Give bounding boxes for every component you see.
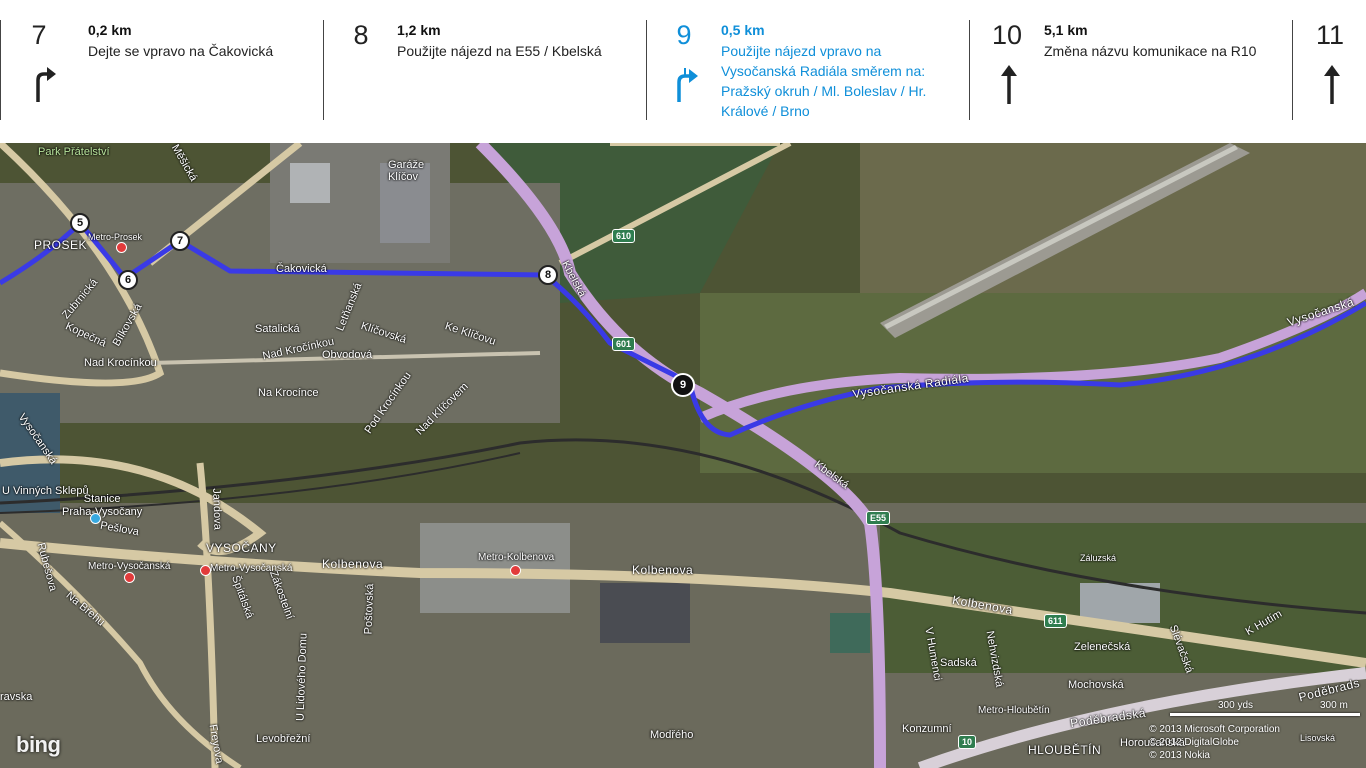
step-instruction: Použijte nájezd na E55 / Kbelská: [397, 43, 602, 59]
step-distance: 1,2 km: [397, 22, 441, 38]
road-shield: 601: [612, 337, 636, 351]
waypoint-7[interactable]: 7: [170, 231, 190, 251]
map-label: Nad Krocínkou: [84, 357, 157, 369]
metro-icon: [124, 572, 135, 583]
strip-left-edge: [0, 20, 1, 120]
step-divider: [646, 20, 647, 120]
direction-step-8[interactable]: 8 1,2 km Použijte nájezd na E55 / Kbelsk…: [336, 18, 636, 120]
copyright-line: © 2012 DigitalGlobe: [1149, 737, 1239, 748]
map-label: Konzumní: [902, 723, 952, 735]
straight-icon: [1324, 65, 1340, 104]
turn-right-icon: [36, 67, 56, 102]
map-label: Záluzská: [1080, 553, 1117, 563]
map-label: Zelenečská: [1074, 641, 1131, 653]
road-shield: E55: [866, 511, 891, 525]
map-label: Garáže Klíčov: [388, 159, 425, 183]
step-divider: [323, 20, 324, 120]
map-label: Metro-Vysočanská: [210, 563, 293, 574]
map-label: Obvodová: [322, 349, 373, 361]
step-number: 9: [676, 20, 692, 50]
step-distance: 5,1 km: [1044, 22, 1088, 38]
waypoint-6[interactable]: 6: [118, 270, 138, 290]
step-number: 8: [353, 20, 369, 50]
direction-step-10[interactable]: 10 5,1 km Změna názvu komunikace na R10: [982, 18, 1282, 120]
road-shield: 611: [1044, 614, 1067, 628]
scale-bar: [1170, 713, 1360, 716]
step-number: 7: [31, 20, 47, 50]
map-label: Park Přátelství: [38, 146, 110, 158]
scale-metric: 300 m: [1320, 700, 1348, 711]
waypoint-5[interactable]: 5: [70, 213, 90, 233]
metro-icon: [116, 242, 127, 253]
map-label: Kolbenova: [322, 557, 384, 571]
straight-icon: [1001, 65, 1017, 104]
copyright-line: © 2013 Nokia: [1149, 750, 1210, 761]
map-label: PROSEK: [34, 238, 88, 252]
map-label: Na Krocínce: [258, 387, 319, 399]
aerial-map[interactable]: Park Přátelství Garáže Klíčov Měšická PR…: [0, 143, 1366, 768]
train-station-icon: [90, 513, 101, 524]
road-shield: 10: [958, 735, 977, 749]
step-number: 11: [1315, 20, 1345, 50]
map-label: Stanice Praha-Vysočany: [62, 493, 143, 518]
map-label: Levobřežní: [256, 733, 311, 745]
direction-step-9[interactable]: 9 0,5 km Použijte nájezd vpravo na Vysoč…: [659, 18, 959, 120]
map-label: Satalická: [255, 323, 300, 335]
map-label: Mochovská: [1068, 679, 1124, 691]
map-label: VYSOČANY: [206, 541, 277, 555]
map-label: Kolbenova: [632, 563, 694, 577]
directions-strip: 7 0,2 km Dejte se vpravo na Čakovická 8 …: [0, 0, 1366, 143]
map-label: Poštovská: [362, 583, 377, 635]
direction-step-11[interactable]: 11: [1305, 18, 1366, 120]
map-label: Modřého: [650, 729, 694, 741]
map-scale: 300 yds 300 m: [1170, 700, 1360, 720]
map-label: Metro-Vysočanská: [88, 561, 171, 572]
step-divider: [969, 20, 970, 120]
copyright-line: © 2013 Microsoft Corporation: [1149, 724, 1280, 735]
scale-imperial: 300 yds: [1218, 700, 1254, 711]
map-label: HLOUBĚTÍN: [1028, 743, 1102, 757]
step-instruction: Dejte se vpravo na Čakovická: [88, 43, 274, 59]
step-distance: 0,5 km: [721, 22, 765, 38]
map-imagery: [0, 143, 1366, 768]
metro-icon: [510, 565, 521, 576]
waypoint-9[interactable]: 9: [671, 373, 695, 397]
map-label: ravska: [0, 691, 33, 703]
map-label: Čakovická: [276, 263, 327, 275]
direction-step-7[interactable]: 7 0,2 km Dejte se vpravo na Čakovická: [14, 18, 314, 120]
map-label: Metro-Prosek: [88, 232, 143, 242]
map-label: Sadská: [940, 657, 977, 669]
metro-icon: [200, 565, 211, 576]
step-distance: 0,2 km: [88, 22, 132, 38]
road-shield: 610: [612, 229, 636, 243]
step-divider: [1292, 20, 1293, 120]
step-instruction: Použijte nájezd vpravo na Vysočanská Rad…: [721, 43, 927, 119]
bing-logo: bing: [16, 732, 61, 757]
ramp-right-icon: [677, 68, 698, 102]
map-label: Jandova: [210, 488, 224, 530]
step-instruction: Změna názvu komunikace na R10: [1044, 43, 1257, 59]
map-label: Lisovská: [1300, 733, 1336, 743]
step-number: 10: [991, 20, 1023, 50]
map-label: Metro-Hloubětín: [978, 705, 1050, 716]
copyright-text: © 2013 Microsoft Corporation © 2012 Digi…: [1149, 723, 1280, 762]
map-label: Metro-Kolbenova: [478, 552, 555, 563]
waypoint-8[interactable]: 8: [538, 265, 558, 285]
